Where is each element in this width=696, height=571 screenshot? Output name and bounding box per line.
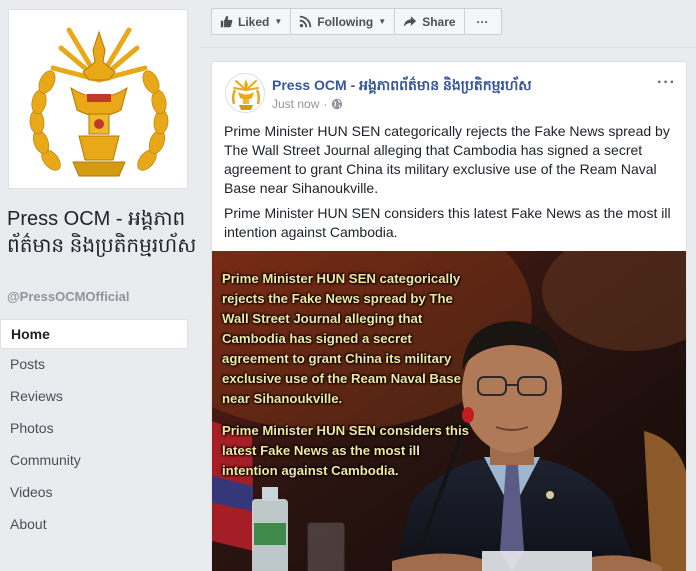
following-label: Following bbox=[317, 14, 374, 29]
liked-button[interactable]: Liked ▼ bbox=[212, 9, 292, 34]
left-column: Press OCM - អង្គភាពព័ត៌មាន និងប្រតិកម្មរ… bbox=[0, 0, 200, 571]
more-options-button[interactable]: ··· bbox=[465, 9, 501, 34]
page-action-bar: Liked ▼ Following ▼ Share ··· bbox=[200, 0, 696, 48]
nav-item-posts[interactable]: Posts bbox=[0, 349, 188, 381]
thumbs-up-icon bbox=[220, 15, 233, 28]
page-handle[interactable]: @PressOCMOfficial bbox=[7, 289, 130, 304]
rss-icon bbox=[299, 15, 312, 28]
nav-item-videos[interactable]: Videos bbox=[0, 477, 188, 509]
post-paragraph: Prime Minister HUN SEN categorically rej… bbox=[224, 123, 670, 196]
emblem-icon bbox=[29, 27, 169, 177]
post-timestamp[interactable]: Just now · bbox=[272, 97, 343, 111]
nav-item-home[interactable]: Home bbox=[0, 319, 188, 349]
chevron-down-icon: ▼ bbox=[274, 17, 283, 26]
share-button[interactable]: Share bbox=[395, 9, 465, 34]
action-button-group: Liked ▼ Following ▼ Share ··· bbox=[211, 8, 502, 35]
separator-dot: · bbox=[323, 97, 328, 111]
share-arrow-icon bbox=[404, 16, 417, 27]
more-dots-icon: ··· bbox=[476, 14, 489, 29]
liked-label: Liked bbox=[238, 14, 270, 29]
post-photo[interactable]: Prime Minister HUN SEN categorically rej… bbox=[212, 251, 686, 571]
page-nav: Home Posts Reviews Photos Community Vide… bbox=[0, 319, 188, 541]
post-paragraph: Prime Minister HUN SEN considers this la… bbox=[224, 205, 671, 240]
share-label: Share bbox=[422, 14, 456, 29]
profile-picture[interactable] bbox=[8, 9, 188, 189]
post-time-text: Just now bbox=[272, 97, 320, 111]
post-body: Prime Minister HUN SEN categorically rej… bbox=[224, 122, 682, 248]
globe-icon bbox=[332, 98, 343, 110]
post-options-button[interactable]: ··· bbox=[657, 74, 676, 92]
photo-caption-paragraph: Prime Minister HUN SEN categorically rej… bbox=[222, 271, 461, 406]
photo-caption-paragraph: Prime Minister HUN SEN considers this la… bbox=[222, 423, 469, 478]
emblem-icon bbox=[231, 79, 261, 110]
chevron-down-icon: ▼ bbox=[378, 17, 387, 26]
nav-item-about[interactable]: About bbox=[0, 509, 188, 541]
photo-caption-overlay: Prime Minister HUN SEN categorically rej… bbox=[222, 269, 477, 493]
nav-item-community[interactable]: Community bbox=[0, 445, 188, 477]
post-author-avatar[interactable] bbox=[225, 73, 265, 113]
nav-item-photos[interactable]: Photos bbox=[0, 413, 188, 445]
page-title[interactable]: Press OCM - អង្គភាពព័ត៌មាន និងប្រតិកម្មរ… bbox=[7, 206, 197, 260]
post-card: Press OCM - អង្គភាពព័ត៌មាន និងប្រតិកម្មរ… bbox=[211, 61, 687, 571]
nav-item-reviews[interactable]: Reviews bbox=[0, 381, 188, 413]
following-button[interactable]: Following ▼ bbox=[291, 9, 396, 34]
post-author-name[interactable]: Press OCM - អង្គភាពព័ត៌មាន និងប្រតិកម្មរ… bbox=[272, 76, 532, 97]
